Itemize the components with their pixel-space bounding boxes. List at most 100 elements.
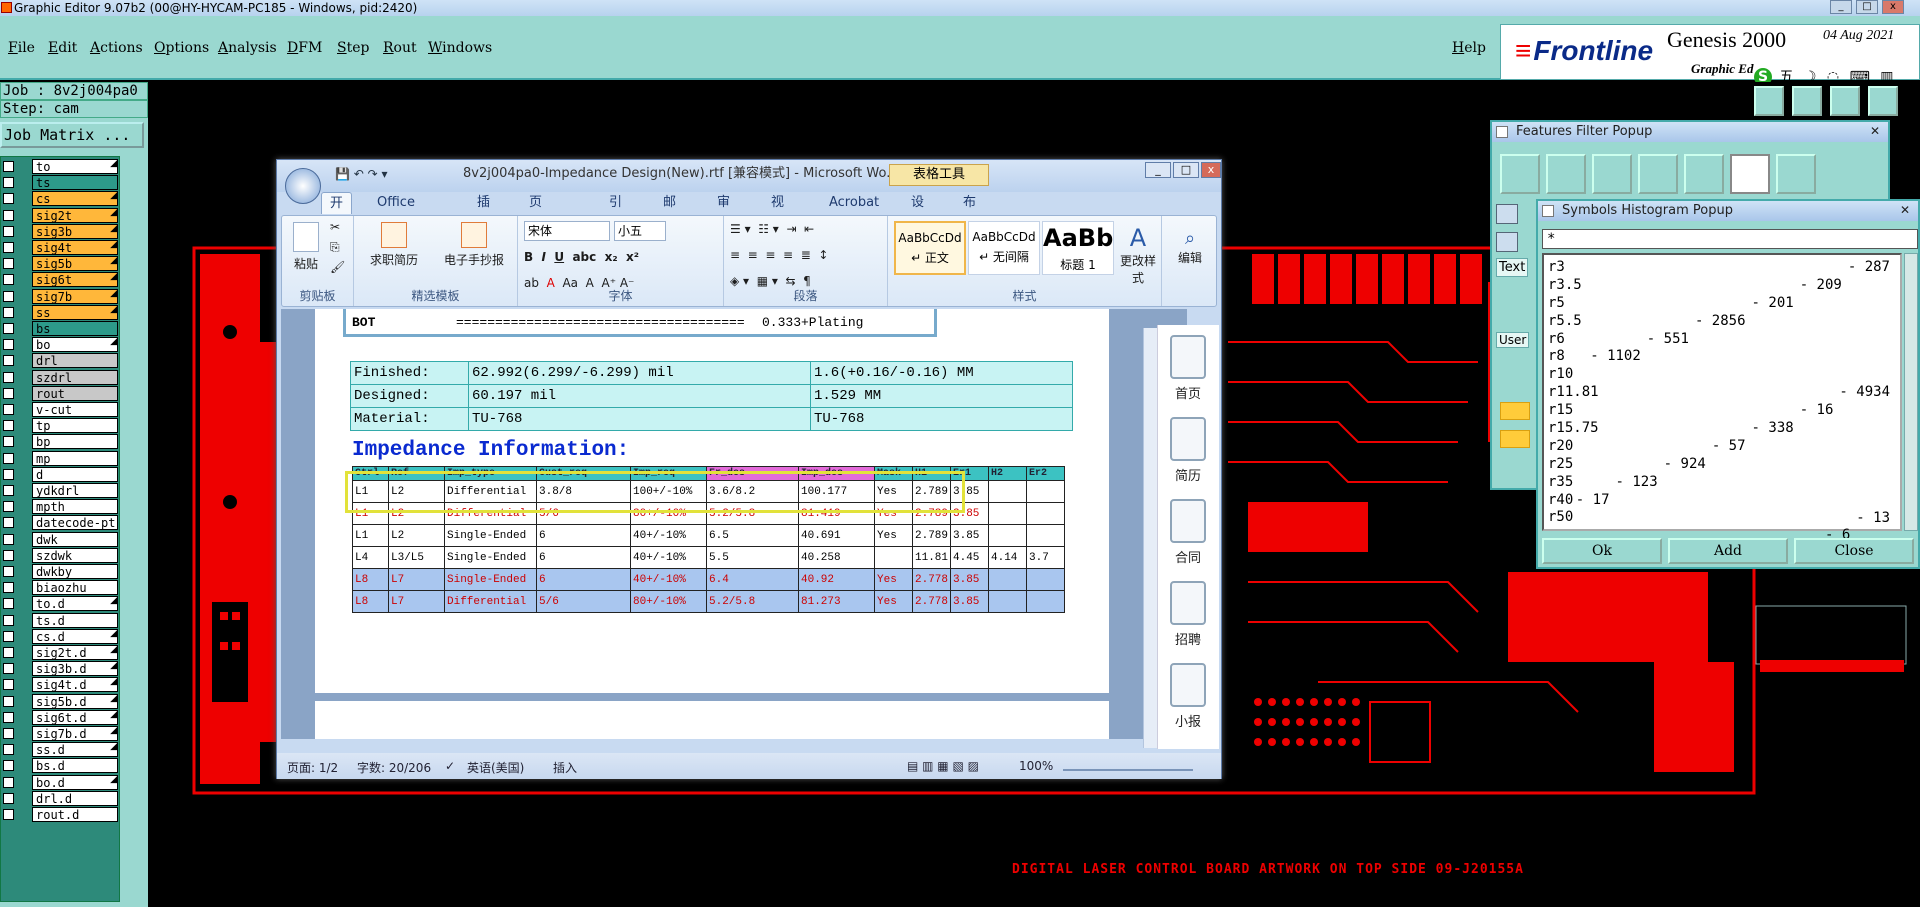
menu-analysis[interactable]: Analysis [218, 40, 277, 56]
toolbar-button[interactable] [1868, 86, 1898, 116]
insert-mode[interactable]: 插入 [553, 759, 577, 776]
list-item[interactable]: r35- 17 [1548, 474, 1896, 508]
list-item[interactable]: r3 - 287 [1548, 259, 1896, 277]
proofing-icon[interactable]: ✓ [445, 759, 455, 773]
layer-name[interactable]: cs [32, 191, 118, 207]
layer-checkbox[interactable] [3, 792, 14, 804]
view-buttons[interactable]: ▤ ▥ ▦ ▧ ▨ [907, 759, 979, 773]
attr-button[interactable] [1496, 204, 1518, 224]
layer-row[interactable]: drl.d [1, 790, 119, 806]
layer-checkbox[interactable] [3, 760, 14, 772]
handout-button[interactable]: 电子手抄报 [436, 222, 512, 268]
style-normal[interactable]: AaBbCcDd ↵ 正文 [894, 221, 966, 275]
toolbar-button[interactable] [1792, 86, 1822, 116]
menu-rout[interactable]: Rout [383, 40, 417, 56]
layer-row[interactable]: sig4t ◢ [1, 240, 119, 255]
scrollbar[interactable] [1904, 253, 1918, 531]
layer-row[interactable]: datecode-pt [1, 515, 119, 531]
layer-checkbox[interactable] [3, 355, 14, 367]
layer-checkbox[interactable] [3, 809, 14, 820]
tab-references[interactable]: 引用 [601, 192, 630, 232]
layer-name[interactable]: to.d [32, 596, 118, 612]
layer-checkbox[interactable] [3, 663, 14, 675]
positive-filter-button[interactable] [1730, 154, 1770, 194]
layer-checkbox[interactable] [3, 744, 14, 756]
list-item[interactable]: r15.75 - 57 [1548, 420, 1896, 454]
layer-checkbox[interactable] [3, 452, 14, 464]
layer-checkbox[interactable] [3, 290, 14, 302]
layer-checkbox[interactable] [3, 339, 14, 351]
layer-checkbox[interactable] [3, 242, 14, 253]
layer-row[interactable]: sig7b ◢ [1, 288, 119, 304]
layer-row[interactable]: dwk [1, 531, 119, 547]
layer-checkbox[interactable] [3, 614, 14, 626]
layer-checkbox[interactable] [3, 161, 14, 172]
layer-name[interactable]: bs.d [32, 758, 118, 774]
menu-options[interactable]: Options [154, 40, 209, 56]
layer-name[interactable]: biaozhu [32, 580, 118, 596]
layer-checkbox[interactable] [3, 776, 14, 788]
layer-checkbox[interactable] [3, 695, 14, 707]
menu-actions[interactable]: Actions [90, 40, 143, 56]
layer-checkbox[interactable] [3, 404, 14, 415]
color-swatch[interactable] [1500, 430, 1530, 448]
layer-checkbox[interactable] [3, 468, 14, 480]
layer-row[interactable]: ts.d [1, 612, 119, 628]
text-filter-button[interactable] [1684, 154, 1724, 194]
layer-row[interactable]: rout.d [1, 807, 119, 822]
layer-row[interactable]: bo ◢ [1, 337, 119, 353]
layer-name[interactable]: bo [32, 337, 118, 353]
zoom-slider[interactable] [1063, 759, 1193, 771]
close-icon[interactable]: ✕ [1866, 123, 1884, 139]
layer-name[interactable]: sig7b.d [32, 726, 118, 741]
layer-row[interactable]: ss ◢ [1, 304, 119, 320]
word-minimize-button[interactable]: _ [1145, 162, 1171, 178]
layer-name[interactable]: rout.d [32, 807, 118, 822]
layer-name[interactable]: bo.d [32, 774, 118, 790]
layer-name[interactable]: sig5b [32, 256, 118, 272]
layer-checkbox[interactable] [3, 177, 14, 189]
tab-office-templates[interactable]: Office模板 [369, 192, 423, 232]
style-no-spacing[interactable]: AaBbCcDd ↵ 无间隔 [968, 221, 1040, 275]
layer-name[interactable]: ts [32, 175, 118, 191]
layer-checkbox[interactable] [3, 501, 14, 513]
list-item[interactable]: r50- 6 [1548, 509, 1896, 543]
ok-button[interactable]: Ok [1542, 538, 1662, 564]
menu-edit[interactable]: Edit [48, 40, 77, 56]
shading-buttons[interactable]: ◈ ▾ ▦ ▾ ⇆ ¶ [730, 274, 811, 288]
layer-checkbox[interactable] [3, 647, 14, 658]
symbol-list[interactable]: r3 - 287 r3.5 - 209 r5 - 201 r5.5 - 2856 r6 - 551… [1542, 253, 1902, 543]
menu-file[interactable]: File [8, 40, 35, 56]
layer-row[interactable]: rout [1, 385, 119, 401]
layer-row[interactable]: bs [1, 321, 119, 336]
menu-help[interactable]: Help [1452, 40, 1486, 56]
layer-name[interactable]: sig6t.d [32, 709, 118, 725]
minimize-button[interactable]: _ [1830, 0, 1852, 14]
layer-checkbox[interactable] [3, 533, 14, 545]
menu-windows[interactable]: Windows [428, 40, 492, 56]
word-maximize-button[interactable]: □ [1173, 162, 1199, 178]
layer-name[interactable]: mpth [32, 499, 118, 515]
list-item[interactable]: r5.5 - 2856 [1548, 313, 1896, 331]
layer-name[interactable]: bs [32, 321, 118, 336]
layer-checkbox[interactable] [3, 485, 14, 496]
font-name-select[interactable]: 宋体 [524, 221, 610, 241]
layer-row[interactable]: sig5b ◢ [1, 256, 119, 272]
cut-icon[interactable]: ✂ [330, 220, 340, 234]
line-filter-button[interactable] [1500, 154, 1540, 194]
layer-row[interactable]: szdrl [1, 369, 119, 385]
paste-button[interactable]: 粘贴 [288, 222, 324, 272]
layer-checkbox[interactable] [3, 306, 14, 318]
list-item[interactable]: r10 - 4934 [1548, 366, 1896, 400]
layer-row[interactable]: mp [1, 450, 119, 466]
layer-checkbox[interactable] [3, 274, 14, 286]
layer-checkbox[interactable] [3, 323, 14, 334]
layer-row[interactable]: to ◢ [1, 159, 119, 174]
layer-name[interactable]: sig4t.d [32, 677, 118, 693]
layer-checkbox[interactable] [3, 582, 14, 594]
layer-row[interactable]: ts [1, 175, 119, 191]
tab-home[interactable]: 开始 [321, 192, 353, 233]
layer-checkbox[interactable] [3, 711, 14, 723]
tab-mailings[interactable]: 邮件 [655, 192, 684, 232]
layer-checkbox[interactable] [3, 517, 14, 529]
